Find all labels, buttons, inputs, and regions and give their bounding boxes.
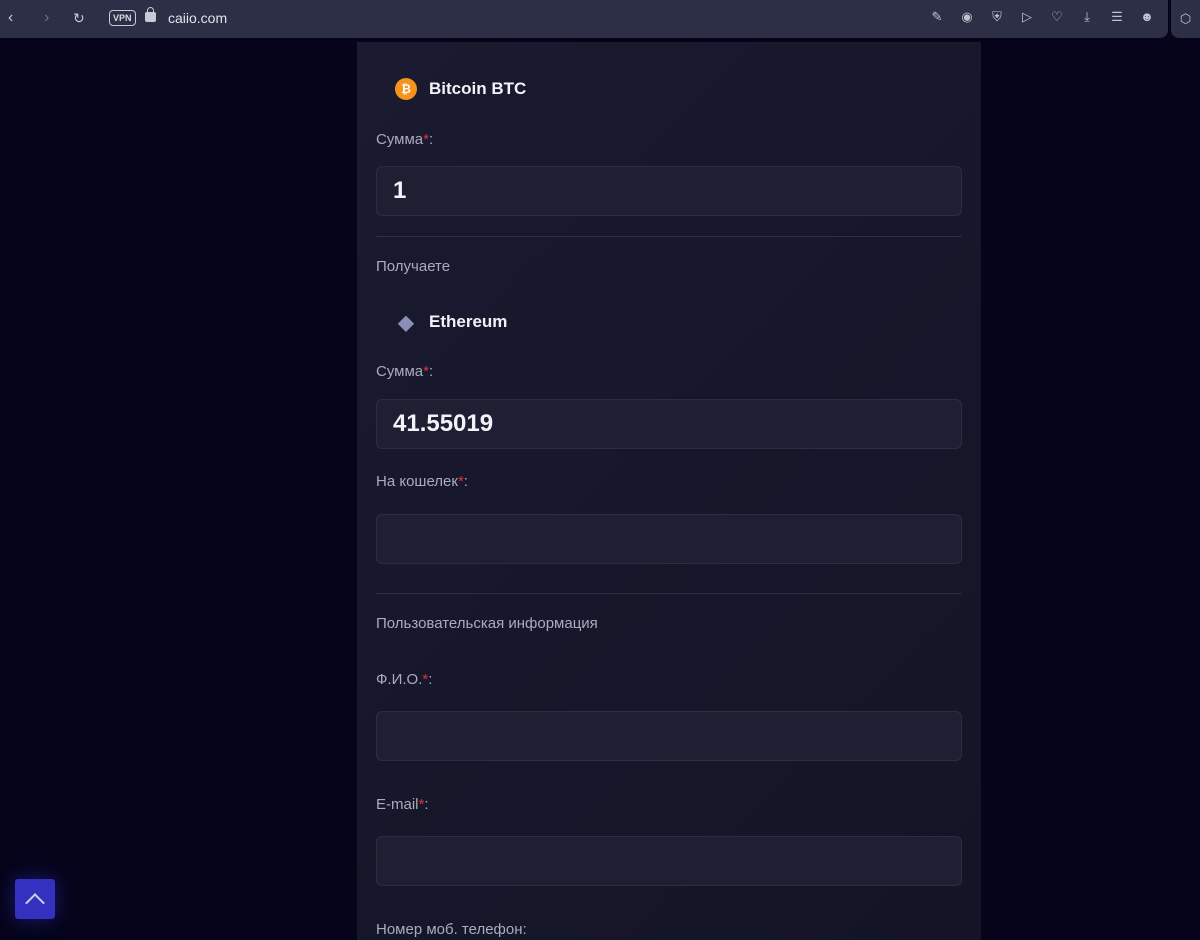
address-bar[interactable]: caiio.com: [168, 10, 227, 26]
give-amount-input[interactable]: [376, 166, 962, 216]
wallet-input[interactable]: [376, 514, 962, 564]
receive-heading: Получаете: [376, 258, 451, 275]
bitcoin-icon: ₿: [395, 78, 417, 100]
vpn-badge[interactable]: VPN: [109, 10, 136, 26]
download-icon[interactable]: ⤓: [1078, 9, 1096, 25]
name-input[interactable]: [376, 711, 962, 761]
exchange-form: ₿ Bitcoin BTC Сумма*: Получаете ◆ Ethere…: [357, 42, 981, 940]
profile-icon[interactable]: ☻: [1138, 9, 1156, 25]
shield-icon[interactable]: ⛨: [988, 9, 1006, 25]
wallet-label: На кошелек*:: [376, 473, 468, 490]
phone-label: Номер моб. телефон:: [376, 921, 527, 938]
divider: [376, 593, 962, 594]
lock-icon[interactable]: [145, 7, 156, 22]
receive-coin: ◆ Ethereum: [395, 311, 508, 334]
give-coin: ₿ Bitcoin BTC: [395, 78, 526, 100]
cube-icon: ⬡: [1179, 11, 1192, 26]
receive-amount-label: Сумма*:: [376, 363, 434, 380]
user-info-heading: Пользовательская информация: [376, 615, 598, 632]
send-icon[interactable]: ▷: [1018, 9, 1036, 25]
back-icon[interactable]: ‹: [8, 9, 13, 27]
give-coin-name: Bitcoin BTC: [429, 79, 527, 98]
forward-icon[interactable]: ›: [44, 9, 49, 27]
email-label: E-mail*:: [376, 796, 429, 813]
edit-icon[interactable]: ✎: [928, 9, 946, 25]
receive-coin-name: Ethereum: [429, 312, 508, 331]
extensions-button[interactable]: ⬡: [1171, 0, 1200, 38]
chevron-up-icon: [25, 892, 45, 913]
name-label: Ф.И.О.*:: [376, 671, 433, 688]
give-amount-label: Сумма*:: [376, 131, 434, 148]
receive-amount-input[interactable]: [376, 399, 962, 449]
reload-icon[interactable]: ↻: [73, 10, 85, 27]
divider: [376, 236, 962, 237]
heart-icon[interactable]: ♡: [1048, 9, 1066, 25]
settings-sliders-icon[interactable]: ☰: [1108, 9, 1126, 25]
scroll-to-top-button[interactable]: [15, 879, 55, 919]
browser-toolbar: ‹ › ↻ VPN caiio.com ✎ ◉ ⛨ ▷ ♡ ⤓ ☰ ☻: [0, 0, 1168, 38]
email-input[interactable]: [376, 836, 962, 886]
ethereum-icon: ◆: [398, 311, 414, 334]
camera-icon[interactable]: ◉: [958, 9, 976, 25]
